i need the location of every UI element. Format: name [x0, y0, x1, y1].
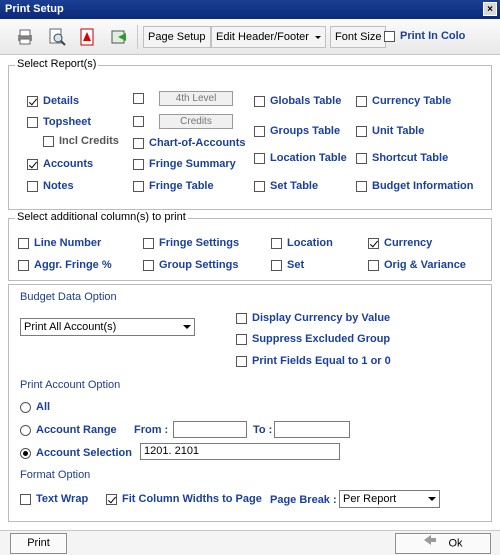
- edit-header-footer-button[interactable]: Edit Header/Footer: [211, 26, 326, 48]
- ok-icon: [423, 534, 437, 553]
- preview-icon[interactable]: [46, 27, 68, 47]
- fringe-table-checkbox[interactable]: Fringe Table: [133, 180, 214, 192]
- footer-bar: Print Ok: [0, 530, 500, 555]
- toolbar-separator: [137, 25, 138, 49]
- group-settings-checkbox[interactable]: Group Settings: [143, 259, 238, 271]
- currency-table-checkbox[interactable]: Currency Table: [356, 95, 451, 107]
- display-currency-checkbox[interactable]: Display Currency by Value: [236, 312, 390, 324]
- currency-checkbox[interactable]: Currency: [368, 237, 432, 249]
- account-selection-input[interactable]: 1201. 2101: [140, 443, 340, 460]
- set-checkbox[interactable]: Set: [271, 259, 304, 271]
- toolbar: Page Setup Edit Header/Footer Font Size …: [0, 19, 500, 55]
- window-title: Print Setup: [5, 3, 64, 15]
- print-in-color-label: Print In Colo: [400, 30, 466, 42]
- page-setup-button[interactable]: Page Setup: [143, 26, 211, 48]
- printer-icon[interactable]: [14, 27, 36, 47]
- credits-button[interactable]: Credits: [159, 114, 233, 129]
- close-icon[interactable]: ×: [483, 2, 497, 16]
- unit-table-checkbox[interactable]: Unit Table: [356, 125, 424, 137]
- aggr-fringe-checkbox[interactable]: Aggr. Fringe %: [18, 259, 112, 271]
- print-in-color-checkbox[interactable]: Print In Colo: [384, 30, 465, 42]
- from-input[interactable]: [173, 421, 247, 438]
- suppress-excluded-checkbox[interactable]: Suppress Excluded Group: [236, 333, 390, 345]
- chevron-down-icon: [314, 36, 321, 39]
- globals-table-checkbox[interactable]: Globals Table: [254, 95, 341, 107]
- budget-data-dropdown-value: Print All Account(s): [24, 321, 117, 333]
- chevron-down-icon: [183, 325, 191, 329]
- budget-information-checkbox[interactable]: Budget Information: [356, 180, 473, 192]
- orig-variance-checkbox[interactable]: Orig & Variance: [368, 259, 466, 271]
- page-break-label: Page Break :: [270, 494, 337, 506]
- from-label: From :: [134, 424, 169, 436]
- text-wrap-checkbox[interactable]: Text Wrap: [20, 493, 88, 505]
- page-break-dropdown[interactable]: Per Report: [339, 490, 440, 508]
- additional-columns-legend: Select additional column(s) to print: [15, 211, 188, 223]
- 4th-level-checkbox[interactable]: [133, 93, 149, 104]
- 4th-level-button[interactable]: 4th Level: [159, 91, 233, 106]
- additional-columns-group: Select additional column(s) to print: [8, 211, 492, 281]
- print-button[interactable]: Print: [10, 533, 67, 554]
- credits-checkbox[interactable]: [133, 116, 149, 127]
- pdf-icon[interactable]: [76, 27, 98, 47]
- ok-button[interactable]: Ok: [395, 533, 491, 554]
- to-label: To :: [253, 424, 273, 436]
- all-radio[interactable]: All: [20, 401, 50, 413]
- accounts-checkbox[interactable]: Accounts: [27, 158, 93, 170]
- font-size-button[interactable]: Font Size: [330, 26, 387, 48]
- print-in-color-box[interactable]: [384, 30, 395, 42]
- line-number-checkbox[interactable]: Line Number: [18, 237, 101, 249]
- fringe-summary-checkbox[interactable]: Fringe Summary: [133, 158, 236, 170]
- fringe-settings-checkbox[interactable]: Fringe Settings: [143, 237, 239, 249]
- print-account-option-title: Print Account Option: [20, 379, 121, 391]
- location-table-checkbox[interactable]: Location Table: [254, 152, 347, 164]
- edit-header-footer-label: Edit Header/Footer: [216, 31, 309, 43]
- title-bar: Print Setup ×: [0, 0, 500, 19]
- chart-of-accounts-checkbox[interactable]: Chart-of-Accounts: [133, 137, 246, 149]
- select-reports-legend: Select Report(s): [15, 58, 99, 70]
- notes-checkbox[interactable]: Notes: [27, 180, 74, 192]
- export-icon[interactable]: [108, 27, 130, 47]
- location-checkbox[interactable]: Location: [271, 237, 333, 249]
- format-option-title: Format Option: [20, 469, 91, 481]
- page-break-value: Per Report: [343, 493, 397, 505]
- shortcut-table-checkbox[interactable]: Shortcut Table: [356, 152, 448, 164]
- groups-table-checkbox[interactable]: Groups Table: [254, 125, 340, 137]
- ok-label: Ok: [448, 537, 463, 550]
- to-input[interactable]: [274, 421, 350, 438]
- chevron-down-icon: [428, 497, 436, 501]
- print-fields-equal-checkbox[interactable]: Print Fields Equal to 1 or 0: [236, 355, 391, 367]
- account-selection-radio[interactable]: Account Selection: [20, 447, 132, 459]
- budget-data-option-title: Budget Data Option: [20, 291, 117, 303]
- account-range-radio[interactable]: Account Range: [20, 424, 117, 436]
- incl-credits-checkbox[interactable]: Incl Credits: [43, 135, 119, 147]
- topsheet-checkbox[interactable]: Topsheet: [27, 116, 91, 128]
- set-table-checkbox[interactable]: Set Table: [254, 180, 318, 192]
- details-checkbox[interactable]: Details: [27, 95, 79, 107]
- fit-columns-checkbox[interactable]: Fit Column Widths to Page: [106, 493, 262, 505]
- budget-data-dropdown[interactable]: Print All Account(s): [20, 318, 195, 336]
